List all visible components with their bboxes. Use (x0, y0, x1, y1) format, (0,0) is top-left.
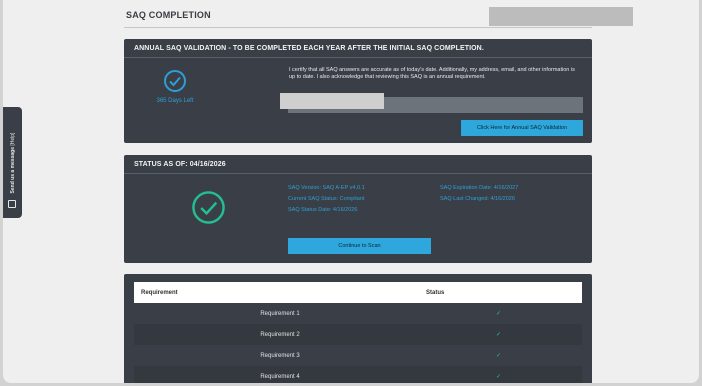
compliant-check-icon (192, 191, 225, 224)
check-circle-icon (164, 70, 186, 92)
annual-validation-button[interactable]: Click Here for Annual SAQ Validation (461, 120, 583, 136)
saq-version-text: SAQ Version: SAQ A-EP v4.0.1 (288, 185, 365, 191)
annual-validation-heading: ANNUAL SAQ VALIDATION - TO BE COMPLETED … (124, 39, 592, 58)
send-message-label: Send us a message [Help] (10, 132, 16, 193)
days-left-label: 365 Days Left (156, 98, 194, 104)
table-header: Requirement Status (134, 282, 582, 303)
send-message-help: [Help] (9, 132, 16, 146)
certify-text: I certify that all SAQ answers are accur… (289, 67, 575, 80)
title-divider (124, 27, 592, 28)
status-column-header: Status (426, 289, 445, 296)
table-row[interactable]: Requirement 1 ✓ (134, 303, 582, 324)
status-info-left: SAQ Version: SAQ A-EP v4.0.1 Current SAQ… (288, 183, 365, 216)
requirement-name: Requirement 4 (260, 373, 300, 380)
table-row[interactable]: Requirement 4 ✓ (134, 366, 582, 383)
page-title: SAQ COMPLETION (126, 10, 211, 20)
requirements-table: Requirement Status Requirement 1 ✓ Requi… (134, 282, 582, 383)
requirement-column-header: Requirement (141, 289, 178, 296)
table-row[interactable]: Requirement 2 ✓ (134, 324, 582, 345)
header-placeholder-box (489, 7, 633, 26)
table-row[interactable]: Requirement 3 ✓ (134, 345, 582, 366)
status-panel: STATUS AS OF: 04/16/2026 SAQ Version: SA… (124, 155, 592, 263)
requirement-name: Requirement 3 (260, 352, 300, 359)
send-message-tab[interactable]: Send us a message [Help] (3, 107, 22, 218)
saq-status-text: Current SAQ Status: Compliant (288, 196, 365, 202)
check-icon: ✓ (496, 353, 502, 359)
continue-to-scan-button[interactable]: Continue to Scan (288, 238, 431, 254)
send-message-bold: Send us a message (9, 146, 16, 193)
check-icon: ✓ (496, 311, 502, 317)
requirement-name: Requirement 2 (260, 331, 300, 338)
annual-validation-panel: ANNUAL SAQ VALIDATION - TO BE COMPLETED … (124, 39, 592, 143)
screen: SAQ COMPLETION ANNUAL SAQ VALIDATION - T… (3, 0, 699, 383)
status-heading: STATUS AS OF: 04/16/2026 (124, 155, 592, 174)
saq-status-date-text: SAQ Status Date: 4/16/2026 (288, 207, 358, 213)
saq-expiration-text: SAQ Expiration Date: 4/16/2027 (440, 185, 519, 191)
saq-last-changed-text: SAQ Last Changed: 4/16/2026 (440, 196, 515, 202)
table-body: Requirement 1 ✓ Requirement 2 ✓ Requirem… (134, 303, 582, 383)
check-icon: ✓ (496, 332, 502, 338)
requirements-panel: Requirement Status Requirement 1 ✓ Requi… (124, 274, 592, 383)
requirement-name: Requirement 1 (260, 310, 300, 317)
check-icon: ✓ (496, 374, 502, 380)
message-icon (8, 200, 16, 208)
signature-field-overlay (280, 93, 384, 109)
status-info-right: SAQ Expiration Date: 4/16/2027 SAQ Last … (440, 183, 518, 205)
